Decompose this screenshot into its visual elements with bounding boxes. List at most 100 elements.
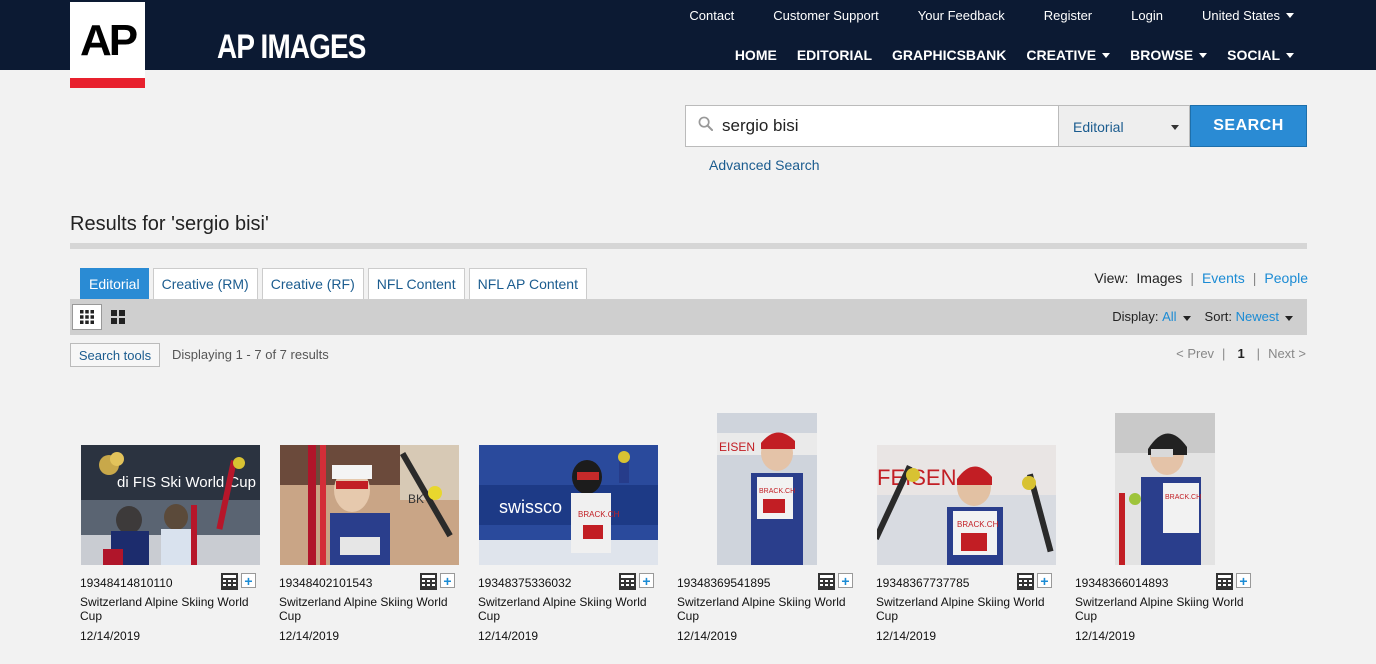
sort-select-value: Newest bbox=[1235, 309, 1279, 324]
result-actions: + bbox=[420, 573, 455, 590]
pricing-calculator-icon[interactable] bbox=[818, 573, 835, 590]
results-divider bbox=[70, 243, 1307, 249]
logo-red-bar bbox=[70, 78, 145, 88]
pricing-calculator-icon[interactable] bbox=[1017, 573, 1034, 590]
search-box bbox=[685, 105, 1059, 147]
add-to-lightbox-icon[interactable]: + bbox=[838, 573, 853, 588]
photo-bib-text: BRACK.CH bbox=[759, 488, 795, 495]
display-select[interactable]: All bbox=[1162, 309, 1191, 324]
util-feedback-link[interactable]: Your Feedback bbox=[918, 8, 1005, 23]
nav-graphicsbank[interactable]: GRAPHICSBANK bbox=[892, 47, 1006, 63]
tab-nfl-content[interactable]: NFL Content bbox=[367, 268, 465, 299]
site-title[interactable]: AP IMAGES bbox=[217, 28, 366, 67]
small-grid-icon bbox=[80, 310, 94, 324]
tab-editorial[interactable]: Editorial bbox=[80, 268, 149, 299]
add-to-lightbox-icon[interactable]: + bbox=[1236, 573, 1251, 588]
nav-editorial[interactable]: EDITORIAL bbox=[797, 47, 872, 63]
result-thumbnail[interactable]: swissco BRACK.CH bbox=[479, 445, 658, 565]
result-title[interactable]: Switzerland Alpine Skiing World Cup bbox=[80, 595, 260, 623]
nav-social-label: SOCIAL bbox=[1227, 47, 1280, 63]
site-header: AP IMAGES Contact Customer Support Your … bbox=[0, 0, 1376, 70]
nav-creative-label: CREATIVE bbox=[1026, 47, 1097, 63]
prev-page-link[interactable]: < Prev bbox=[1176, 346, 1214, 361]
large-grid-icon bbox=[111, 310, 125, 324]
tab-creative-rm[interactable]: Creative (RM) bbox=[152, 268, 258, 299]
country-selector[interactable]: United States bbox=[1202, 8, 1294, 23]
pricing-calculator-icon[interactable] bbox=[619, 573, 636, 590]
result-actions: + bbox=[1216, 573, 1251, 590]
util-customer-support-link[interactable]: Customer Support bbox=[773, 8, 879, 23]
photo-banner-text: EISEN bbox=[719, 440, 755, 454]
add-to-lightbox-icon[interactable]: + bbox=[1037, 573, 1052, 588]
result-thumbnail[interactable]: BRACK.CH bbox=[1115, 413, 1215, 565]
result-date: 12/14/2019 bbox=[80, 629, 141, 643]
search-icon bbox=[698, 116, 713, 131]
collection-tabs: Editorial Creative (RM) Creative (RF) NF… bbox=[80, 268, 591, 299]
main-nav: HOME EDITORIAL GRAPHICSBANK CREATIVE BRO… bbox=[715, 47, 1294, 63]
search-input[interactable] bbox=[722, 106, 1042, 146]
result-title[interactable]: Switzerland Alpine Skiing World Cup bbox=[279, 595, 459, 623]
result-thumbnail[interactable]: BK bbox=[280, 445, 459, 565]
result-thumbnail[interactable]: FEISEN BRACK.CH bbox=[877, 445, 1056, 565]
ap-logo[interactable]: AP bbox=[70, 2, 145, 78]
large-grid-button[interactable] bbox=[103, 304, 133, 330]
add-to-lightbox-icon[interactable]: + bbox=[639, 573, 654, 588]
chevron-down-icon bbox=[1182, 316, 1191, 321]
pricing-calculator-icon[interactable] bbox=[1216, 573, 1233, 590]
nav-browse[interactable]: BROWSE bbox=[1130, 47, 1208, 63]
view-images: Images bbox=[1136, 270, 1183, 286]
small-grid-button[interactable] bbox=[72, 304, 102, 330]
pager-separator: | bbox=[1256, 346, 1261, 361]
next-page-link[interactable]: Next > bbox=[1268, 346, 1306, 361]
pricing-calculator-icon[interactable] bbox=[221, 573, 238, 590]
display-label: Display: bbox=[1112, 309, 1159, 324]
chevron-down-icon bbox=[1286, 13, 1294, 18]
search-tools-button[interactable]: Search tools bbox=[70, 343, 160, 367]
result-actions: + bbox=[1017, 573, 1052, 590]
result-id: 19348367737785 bbox=[876, 576, 970, 590]
view-events-link[interactable]: Events bbox=[1202, 270, 1245, 286]
pagination: < Prev | 1 | Next > bbox=[1176, 346, 1306, 361]
chevron-down-icon bbox=[1286, 52, 1294, 58]
pricing-calculator-icon[interactable] bbox=[420, 573, 437, 590]
view-people-link[interactable]: People bbox=[1264, 270, 1308, 286]
util-register-link[interactable]: Register bbox=[1044, 8, 1092, 23]
add-to-lightbox-icon[interactable]: + bbox=[440, 573, 455, 588]
result-thumbnail[interactable]: EISEN BRACK.CH bbox=[717, 413, 817, 565]
photo-banner-text: swissco bbox=[499, 497, 562, 517]
pager-separator: | bbox=[1222, 346, 1226, 361]
result-title[interactable]: Switzerland Alpine Skiing World Cup bbox=[478, 595, 658, 623]
results-heading: Results for 'sergio bisi' bbox=[70, 213, 269, 235]
result-thumbnail[interactable]: di FIS Ski World Cup bbox=[81, 445, 260, 565]
advanced-search-link[interactable]: Advanced Search bbox=[709, 157, 820, 173]
sort-select[interactable]: Newest bbox=[1236, 309, 1293, 324]
result-id: 19348375336032 bbox=[478, 576, 572, 590]
search-button[interactable]: SEARCH bbox=[1190, 105, 1307, 147]
photo-bib-text: BRACK.CH bbox=[957, 520, 999, 529]
photo-banner-text: BK bbox=[408, 492, 424, 506]
chevron-down-icon bbox=[1199, 52, 1208, 58]
result-actions: + bbox=[818, 573, 853, 590]
photo-banner-text: di FIS Ski World Cup bbox=[117, 474, 256, 491]
current-page: 1 bbox=[1237, 346, 1245, 361]
result-id: 19348402101543 bbox=[279, 576, 373, 590]
result-title[interactable]: Switzerland Alpine Skiing World Cup bbox=[1075, 595, 1255, 623]
result-title[interactable]: Switzerland Alpine Skiing World Cup bbox=[677, 595, 857, 623]
collection-select[interactable]: Editorial bbox=[1059, 105, 1190, 147]
util-login-link[interactable]: Login bbox=[1131, 8, 1163, 23]
nav-home[interactable]: HOME bbox=[735, 47, 777, 63]
add-to-lightbox-icon[interactable]: + bbox=[241, 573, 256, 588]
chevron-down-icon bbox=[1285, 316, 1293, 321]
nav-creative[interactable]: CREATIVE bbox=[1026, 47, 1111, 63]
result-date: 12/14/2019 bbox=[1075, 629, 1136, 643]
result-date: 12/14/2019 bbox=[876, 629, 937, 643]
photo-bib-text: BRACK.CH bbox=[1165, 494, 1201, 501]
collection-select-value: Editorial bbox=[1073, 119, 1124, 135]
display-sort-controls: Display: All Sort: Newest bbox=[1112, 309, 1293, 324]
tab-nfl-ap-content[interactable]: NFL AP Content bbox=[468, 268, 587, 299]
tab-creative-rf[interactable]: Creative (RF) bbox=[261, 268, 364, 299]
nav-social[interactable]: SOCIAL bbox=[1227, 47, 1294, 63]
chevron-down-icon bbox=[1102, 52, 1111, 58]
util-contact-link[interactable]: Contact bbox=[689, 8, 734, 23]
result-title[interactable]: Switzerland Alpine Skiing World Cup bbox=[876, 595, 1056, 623]
